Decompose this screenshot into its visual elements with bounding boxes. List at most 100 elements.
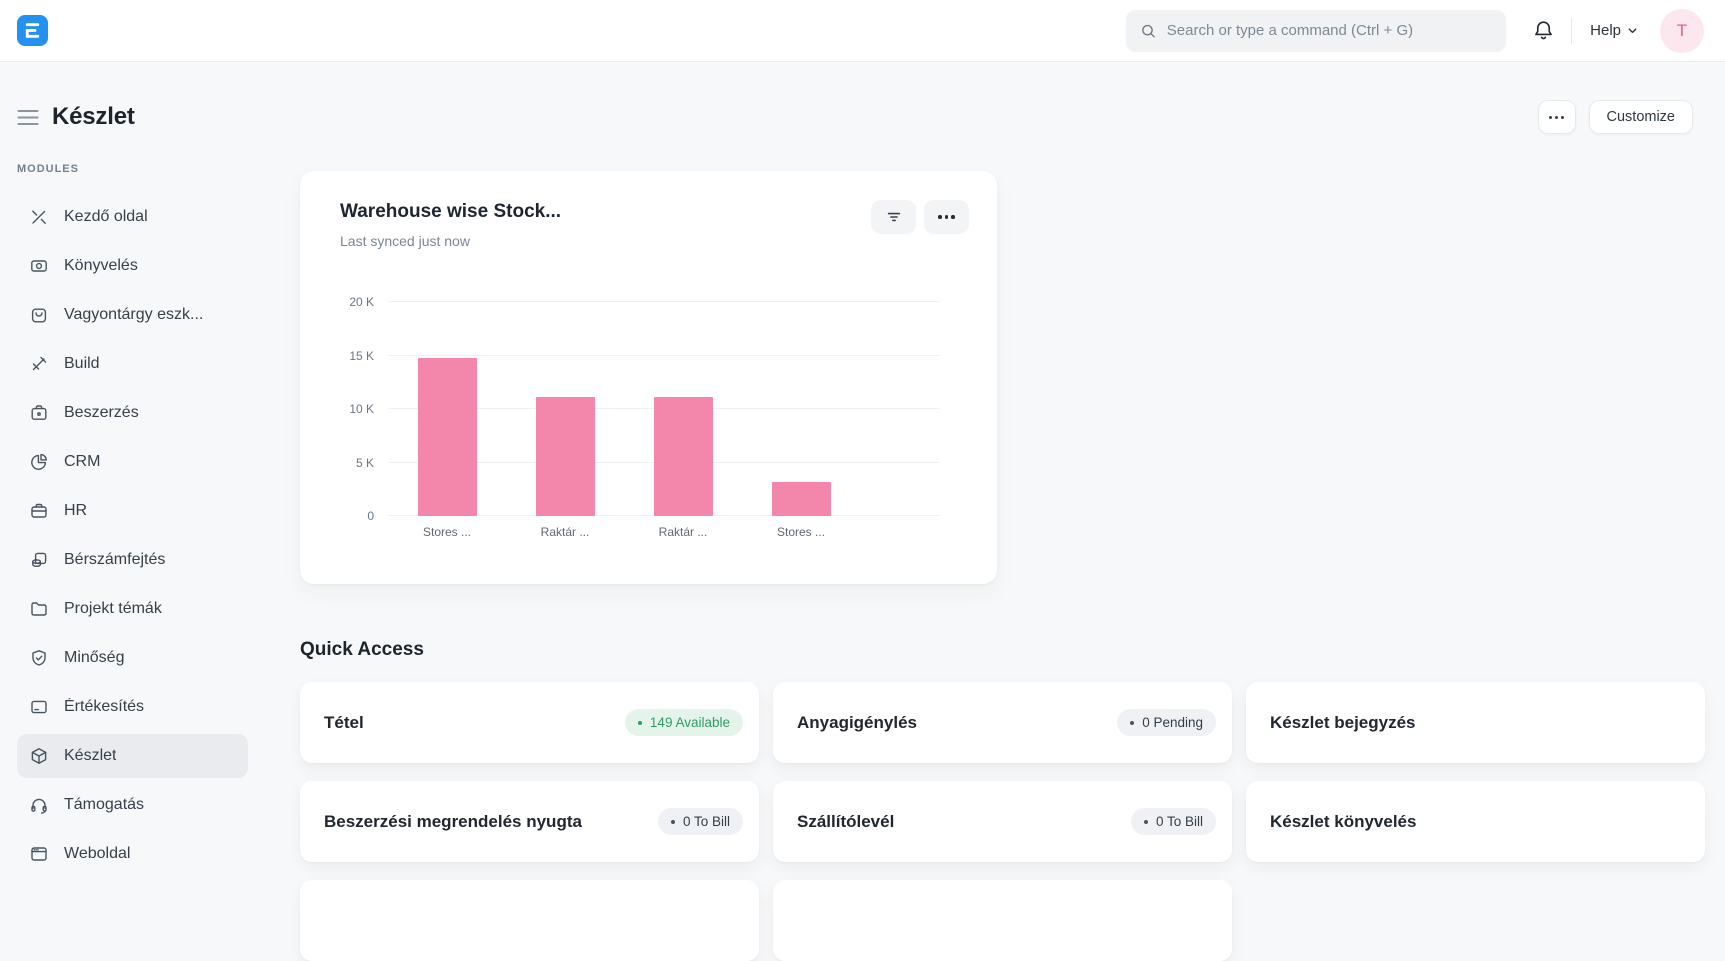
- bar[interactable]: [418, 358, 477, 516]
- notifications-button[interactable]: [1532, 19, 1555, 42]
- x-axis-label: Stores ...: [388, 525, 506, 539]
- headset-icon: [29, 795, 49, 815]
- bar-chart-plot: 05 K10 K15 K20 K: [388, 302, 940, 516]
- card-icon: [29, 697, 49, 717]
- quick-access-card-partial[interactable]: [300, 880, 759, 961]
- sidebar-item-label: Támogatás: [64, 796, 144, 814]
- sidebar-item-crm[interactable]: CRM: [17, 440, 248, 484]
- ellipsis-icon: [1549, 116, 1564, 119]
- briefcase-icon: [29, 501, 49, 521]
- y-axis-tick-label: 10 K: [349, 402, 374, 416]
- sidebar-item-weboldal[interactable]: Weboldal: [17, 832, 248, 876]
- sidebar-item-tamogatas[interactable]: Támogatás: [17, 783, 248, 827]
- cube-icon: [29, 746, 49, 766]
- sidebar-item-minoseg[interactable]: Minőség: [17, 636, 248, 680]
- avatar-letter: T: [1677, 21, 1687, 41]
- bell-icon: [1532, 19, 1555, 42]
- global-search[interactable]: [1126, 10, 1506, 52]
- quick-access-heading: Quick Access: [300, 639, 1705, 661]
- page-header: Készlet Customize: [0, 62, 1725, 139]
- filter-icon: [885, 208, 903, 226]
- bar-slot: [388, 302, 506, 516]
- folder-icon: [29, 599, 49, 619]
- sidebar-item-ertekesites[interactable]: Értékesítés: [17, 685, 248, 729]
- sidebar-item-label: Értékesítés: [64, 698, 144, 716]
- customize-label: Customize: [1607, 109, 1676, 125]
- sidebar-item-konyveles[interactable]: Könyvelés: [17, 244, 248, 288]
- user-avatar[interactable]: T: [1660, 9, 1704, 53]
- app-logo[interactable]: [17, 15, 48, 46]
- dot-icon: [671, 820, 675, 824]
- quick-access-card-keszlet-konyveles[interactable]: Készlet könyvelés: [1246, 781, 1705, 862]
- shield-check-icon: [29, 648, 49, 668]
- sidebar-item-label: Build: [64, 355, 100, 373]
- search-input[interactable]: [1167, 22, 1492, 39]
- chart-more-button[interactable]: [924, 200, 969, 234]
- bar-slot: [506, 302, 624, 516]
- y-axis-tick-label: 20 K: [349, 295, 374, 309]
- pie-chart-icon: [29, 452, 49, 472]
- sidebar-item-hr[interactable]: HR: [17, 489, 248, 533]
- status-badge: 0 To Bill: [1131, 808, 1216, 835]
- quick-access-card-partial[interactable]: [773, 880, 1232, 961]
- tools-icon: [29, 207, 49, 227]
- quick-access-grid: Tétel 149 Available Anyagigénylés 0 Pend…: [300, 682, 1705, 961]
- bar[interactable]: [772, 482, 831, 516]
- status-badge: 0 Pending: [1117, 709, 1216, 736]
- sidebar-item-label: Beszerzés: [64, 404, 139, 422]
- modules-section-label: MODULES: [17, 163, 248, 175]
- y-axis-tick-label: 15 K: [349, 349, 374, 363]
- sidebar-item-label: Kezdő oldal: [64, 208, 148, 226]
- quick-access-card-anyagigenyles[interactable]: Anyagigénylés 0 Pending: [773, 682, 1232, 763]
- box-case-icon: [29, 403, 49, 423]
- help-label: Help: [1590, 22, 1621, 39]
- card-label: Szállítólevél: [797, 812, 1131, 832]
- sidebar-item-label: Weboldal: [64, 845, 130, 863]
- sidebar-item-label: Vagyontárgy eszk...: [64, 306, 203, 324]
- sidebar-toggle-button[interactable]: [17, 109, 39, 126]
- x-axis-label: Raktár ...: [506, 525, 624, 539]
- bar-slot: [624, 302, 742, 516]
- bar[interactable]: [654, 397, 713, 516]
- sidebar-item-label: Készlet: [64, 747, 116, 765]
- card-label: Tétel: [324, 713, 625, 733]
- warehouse-stock-chart-card: Warehouse wise Stock... Last synced just…: [300, 171, 997, 584]
- help-menu[interactable]: Help: [1590, 22, 1638, 39]
- x-axis-labels: Stores ...Raktár ...Raktár ...Stores ...: [388, 525, 860, 539]
- build-icon: [29, 354, 49, 374]
- quick-access-card-beszerzesi-nyugta[interactable]: Beszerzési megrendelés nyugta 0 To Bill: [300, 781, 759, 862]
- sidebar-item-kezdo-oldal[interactable]: Kezdő oldal: [17, 195, 248, 239]
- sidebar-item-beszerzes[interactable]: Beszerzés: [17, 391, 248, 435]
- chart-last-synced: Last synced just now: [340, 233, 969, 249]
- dot-icon: [1130, 721, 1134, 725]
- sidebar-item-vagyontargy[interactable]: Vagyontárgy eszk...: [17, 293, 248, 337]
- sidebar-item-keszlet[interactable]: Készlet: [17, 734, 248, 778]
- quick-access-card-szallitolevel[interactable]: Szállítólevél 0 To Bill: [773, 781, 1232, 862]
- bar-slot: [742, 302, 860, 516]
- sidebar-item-berszamfejtes[interactable]: Bérszámfejtés: [17, 538, 248, 582]
- card-label: Készlet könyvelés: [1270, 812, 1689, 832]
- bars-row: [388, 302, 860, 516]
- main-content: Warehouse wise Stock... Last synced just…: [264, 145, 1725, 961]
- browser-icon: [29, 844, 49, 864]
- status-badge: 149 Available: [625, 709, 743, 736]
- y-axis-tick-label: 0: [367, 509, 374, 523]
- sidebar-item-build[interactable]: Build: [17, 342, 248, 386]
- status-badge: 0 To Bill: [658, 808, 743, 835]
- x-axis-label: Stores ...: [742, 525, 860, 539]
- x-axis-label: Raktár ...: [624, 525, 742, 539]
- chart-filter-button[interactable]: [871, 200, 916, 234]
- quick-access-card-keszlet-bejegyzes[interactable]: Készlet bejegyzés: [1246, 682, 1705, 763]
- sidebar-item-label: Minőség: [64, 649, 124, 667]
- customize-button[interactable]: Customize: [1589, 100, 1694, 134]
- modules-sidebar: MODULES Kezdő oldal Könyvelés Vagyontárg…: [0, 145, 264, 881]
- sidebar-item-label: Könyvelés: [64, 257, 138, 275]
- sidebar-item-label: HR: [64, 502, 87, 520]
- payroll-icon: [29, 550, 49, 570]
- card-label: Készlet bejegyzés: [1270, 713, 1689, 733]
- y-axis-tick-label: 5 K: [356, 456, 374, 470]
- quick-access-card-tetel[interactable]: Tétel 149 Available: [300, 682, 759, 763]
- sidebar-item-projekt-temak[interactable]: Projekt témák: [17, 587, 248, 631]
- bar[interactable]: [536, 397, 595, 516]
- page-more-button[interactable]: [1538, 100, 1576, 134]
